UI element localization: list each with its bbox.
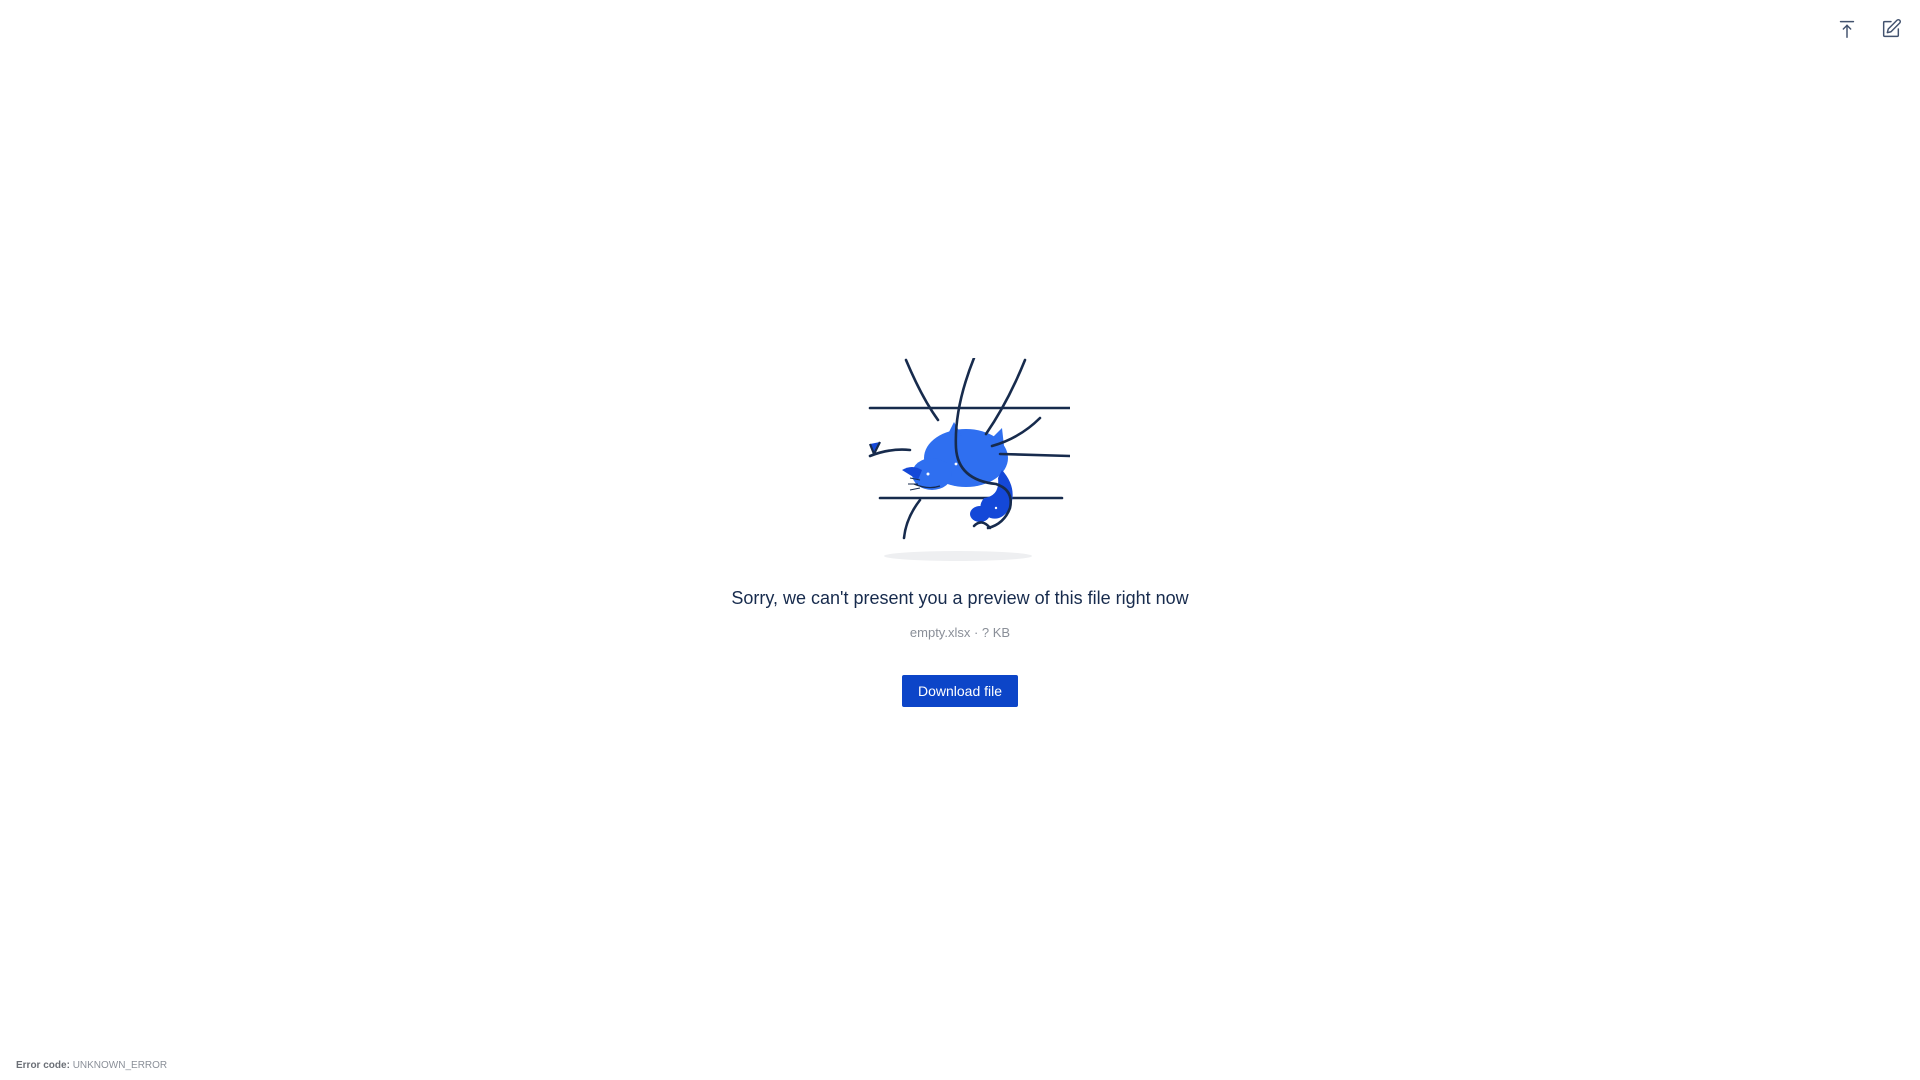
file-meta-separator: · [970, 625, 982, 640]
upload-button[interactable] [1832, 14, 1862, 44]
upload-icon [1839, 20, 1855, 38]
edit-button[interactable] [1876, 14, 1906, 44]
tangled-cat-illustration [868, 358, 1070, 561]
edit-icon [1882, 19, 1901, 38]
toolbar [1832, 14, 1906, 44]
preview-error-panel: Sorry, we can't present you a preview of… [0, 358, 1920, 707]
error-code-footer: Error code: UNKNOWN_ERROR [16, 1060, 167, 1071]
preview-page: Sorry, we can't present you a preview of… [0, 0, 1920, 1080]
error-code-value: UNKNOWN_ERROR [72, 1060, 168, 1071]
file-name: empty.xlsx [909, 625, 971, 640]
preview-error-message: Sorry, we can't present you a preview of… [731, 588, 1189, 608]
file-meta: empty.xlsx · ? KB [910, 625, 1010, 640]
download-file-button[interactable]: Download file [901, 675, 1019, 707]
error-code-label: Error code: [16, 1060, 70, 1071]
file-size: ? KB [981, 625, 1011, 640]
